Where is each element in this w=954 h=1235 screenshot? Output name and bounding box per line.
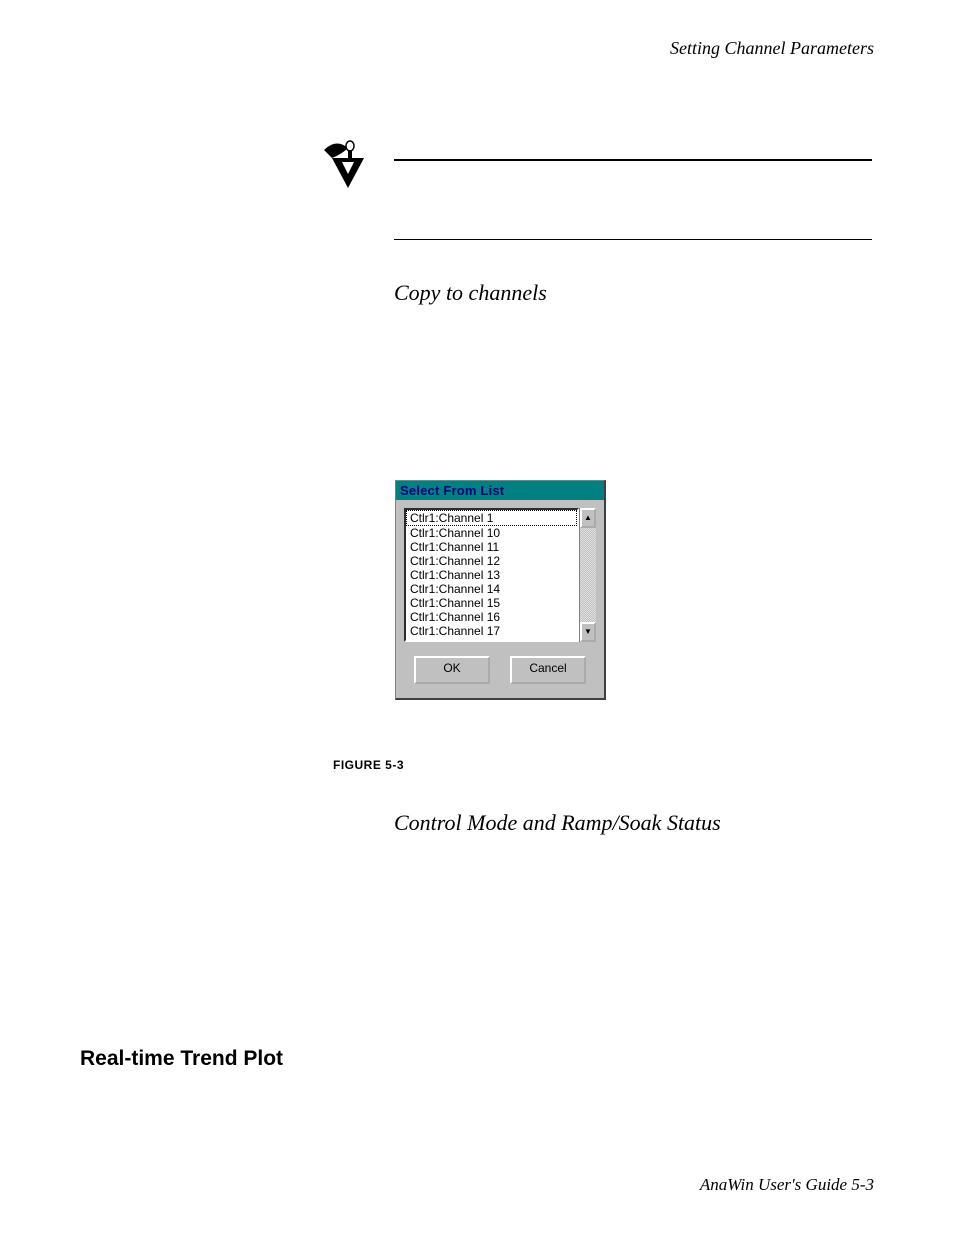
list-item[interactable]: Ctlr1:Channel 10 (406, 526, 577, 540)
rule-top (394, 159, 872, 161)
running-header: Setting Channel Parameters (670, 38, 874, 59)
subhead-control-mode: Control Mode and Ramp/Soak Status (394, 810, 721, 836)
page-footer: AnaWin User's Guide 5-3 (700, 1175, 874, 1195)
ok-button[interactable]: OK (414, 656, 490, 684)
list-item[interactable]: Ctlr1:Channel 16 (406, 610, 577, 624)
subhead-copy-to-channels: Copy to channels (394, 280, 547, 306)
list-item[interactable]: Ctlr1:Channel 1 (406, 510, 577, 526)
listbox-scrollbar[interactable]: ▲ ▼ (579, 508, 596, 642)
section-heading-realtime-trend: Real-time Trend Plot (80, 1047, 283, 1071)
select-from-list-dialog: Select From List Ctlr1:Channel 1 Ctlr1:C… (395, 480, 606, 700)
list-item[interactable]: Ctlr1:Channel 14 (406, 582, 577, 596)
scroll-track[interactable] (580, 528, 596, 622)
list-item[interactable]: Ctlr1:Channel 11 (406, 540, 577, 554)
cancel-button[interactable]: Cancel (510, 656, 586, 684)
channel-listbox[interactable]: Ctlr1:Channel 1 Ctlr1:Channel 10 Ctlr1:C… (404, 508, 579, 642)
list-item[interactable]: Ctlr1:Channel 15 (406, 596, 577, 610)
dialog-title: Select From List (396, 481, 604, 500)
ornament-icon (318, 140, 378, 195)
figure-label: FIGURE 5-3 (333, 758, 404, 772)
list-item[interactable]: Ctlr1:Channel 12 (406, 554, 577, 568)
list-item[interactable]: Ctlr1:Channel 17 (406, 624, 577, 638)
scroll-up-button[interactable]: ▲ (580, 508, 596, 528)
scroll-down-button[interactable]: ▼ (580, 622, 596, 642)
list-item[interactable]: Ctlr1:Channel 13 (406, 568, 577, 582)
rule-mid (394, 239, 872, 240)
